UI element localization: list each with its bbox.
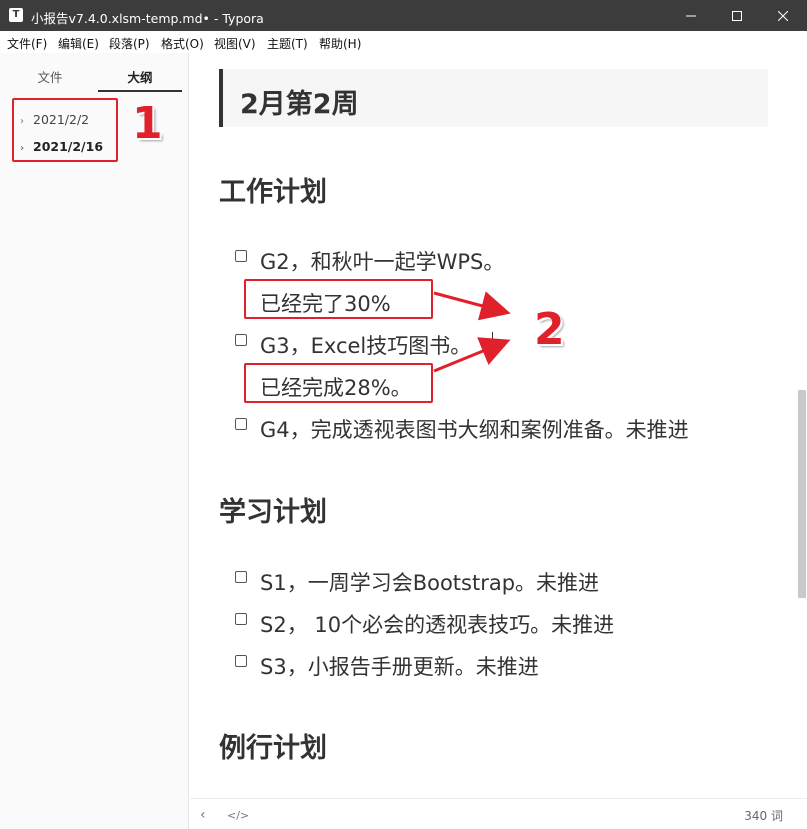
minimize-button[interactable] [668,0,714,31]
annotation-number-2: 2 [534,304,565,355]
maximize-button[interactable] [714,0,760,31]
active-tab-indicator [98,90,182,92]
menu-theme[interactable]: 主题(T) [267,35,308,52]
tab-outline[interactable]: 大纲 [100,67,180,86]
menu-bar: 文件(F) 编辑(E) 段落(P) 格式(O) 视图(V) 主题(T) 帮助(H… [0,31,807,53]
status-footer: ‹ </> 340 词 [190,798,807,829]
arrow-2 [433,337,511,373]
typora-app-icon: T [9,8,23,22]
arrow-1 [433,291,511,321]
annotation-arrows [433,291,511,373]
close-button[interactable] [760,0,806,31]
close-icon [778,10,788,21]
code-icon[interactable]: </> [227,809,249,822]
editor[interactable]: 2月第2周 工作计划 G2，和秋叶一起学WPS。 已经完了30% G3，Exce… [190,53,807,798]
menu-help[interactable]: 帮助(H) [319,35,361,52]
menu-format[interactable]: 格式(O) [161,35,204,52]
maximize-icon [732,10,742,21]
chevron-left-icon[interactable]: ‹ [200,807,206,823]
menu-view[interactable]: 视图(V) [214,35,256,52]
vertical-scrollbar[interactable] [798,390,806,598]
menu-file[interactable]: 文件(F) [7,35,47,52]
title-bar: T 小报告v7.4.0.xlsm-temp.md• - Typora [0,0,807,31]
menu-paragraph[interactable]: 段落(P) [109,35,150,52]
tab-files[interactable]: 文件 [10,67,90,86]
menu-edit[interactable]: 编辑(E) [58,35,99,52]
sidebar: 文件 大纲 › 2021/2/2 › 2021/2/16 1 [0,53,189,829]
annotation-number-1: 1 [132,98,163,149]
word-count[interactable]: 340 词 [744,807,783,824]
window-title: 小报告v7.4.0.xlsm-temp.md• - Typora [31,11,264,26]
minimize-icon [686,15,696,16]
annotation-box-outline [12,98,118,162]
